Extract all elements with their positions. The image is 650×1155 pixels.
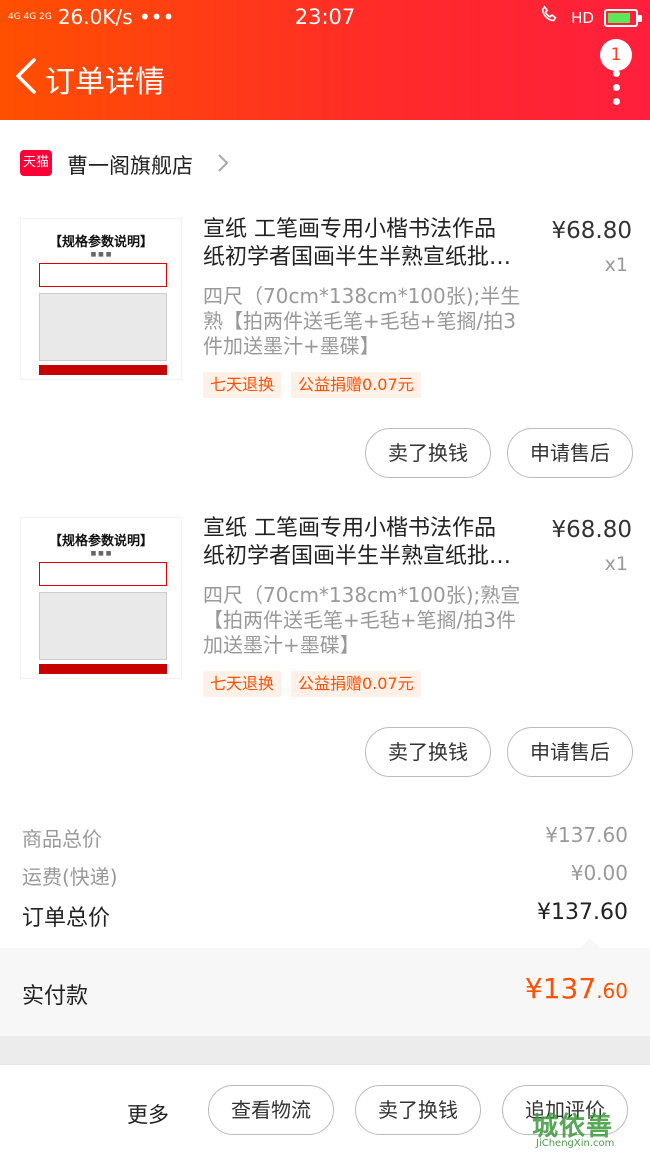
battery-icon	[604, 8, 642, 27]
charity-tag: 公益捐赠0.07元	[291, 671, 421, 697]
app-header: 4G 4G 2G 26.0K/s ••• 23:07 HD 订单详情 1	[0, 0, 650, 120]
order-item: 【规格参数说明】 ■ ■ ■ 宣纸 工笔画专用小楷书法作品 纸初学者国画半生半熟…	[0, 515, 650, 787]
shop-row[interactable]: 天猫 曹一阁旗舰店	[0, 140, 650, 186]
goods-total-label: 商品总价	[22, 827, 102, 851]
order-total-label: 订单总价	[22, 906, 111, 931]
view-logistics-button[interactable]: 查看物流	[208, 1085, 334, 1135]
goods-total-value: ¥137.60	[545, 823, 628, 847]
order-total-value: ¥137.60	[537, 900, 628, 925]
product-image[interactable]: 【规格参数说明】 ■ ■ ■	[20, 517, 182, 679]
shop-name[interactable]: 曹一阁旗舰店	[67, 150, 193, 180]
order-item: 【规格参数说明】 ■ ■ ■ 宣纸 工笔画专用小楷书法作品 纸初学者国画半生半熟…	[0, 216, 650, 488]
product-title[interactable]: 宣纸 工笔画专用小楷书法作品 纸初学者国画半生半熟宣纸批…	[203, 515, 528, 571]
product-price: ¥68.80	[551, 517, 632, 543]
product-spec: 四尺（70cm*138cm*100张);熟宣【拍两件送毛笔+毛毡+笔搁/拍3件加…	[203, 583, 521, 657]
more-menu-icon[interactable]	[610, 70, 622, 122]
watermark: 城依善 JiChengXin.com	[526, 1104, 646, 1152]
resell-button[interactable]: 卖了换钱	[365, 727, 491, 777]
more-button[interactable]: 更多	[127, 1099, 169, 1129]
paid-amount-panel: 实付款 ¥137.60	[0, 938, 650, 1036]
phone-icon	[539, 4, 561, 31]
product-image[interactable]: 【规格参数说明】 ■ ■ ■	[20, 218, 182, 380]
shipping-value: ¥0.00	[570, 861, 628, 885]
paid-value: ¥137.60	[524, 972, 628, 1005]
product-price: ¥68.80	[551, 218, 632, 244]
product-quantity: x1	[604, 254, 628, 276]
page-title: 订单详情	[45, 65, 165, 100]
charity-tag: 公益捐赠0.07元	[291, 372, 421, 398]
product-quantity: x1	[604, 553, 628, 575]
shipping-label: 运费(快递)	[22, 865, 118, 889]
hd-indicator: HD	[571, 8, 594, 27]
return-policy-tag: 七天退换	[203, 372, 282, 398]
product-spec: 四尺（70cm*138cm*100张);半生熟【拍两件送毛笔+毛毡+笔搁/拍3件…	[203, 284, 521, 358]
section-divider	[0, 1036, 650, 1064]
back-arrow-icon[interactable]	[10, 54, 46, 98]
status-bar: 4G 4G 2G 26.0K/s ••• 23:07 HD	[0, 0, 650, 34]
watermark-url: JiChengXin.com	[536, 1138, 615, 1149]
product-title[interactable]: 宣纸 工笔画专用小楷书法作品 纸初学者国画半生半熟宣纸批…	[203, 216, 528, 272]
nav-bar: 订单详情 1	[0, 39, 650, 122]
resell-button[interactable]: 卖了换钱	[355, 1085, 481, 1135]
tmall-icon: 天猫	[20, 150, 52, 176]
paid-label: 实付款	[22, 984, 89, 1009]
return-policy-tag: 七天退换	[203, 671, 282, 697]
resell-button[interactable]: 卖了换钱	[365, 428, 491, 478]
notification-badge[interactable]: 1	[600, 39, 632, 71]
after-sales-button[interactable]: 申请售后	[507, 727, 633, 777]
chevron-right-icon	[215, 152, 231, 174]
after-sales-button[interactable]: 申请售后	[507, 428, 633, 478]
